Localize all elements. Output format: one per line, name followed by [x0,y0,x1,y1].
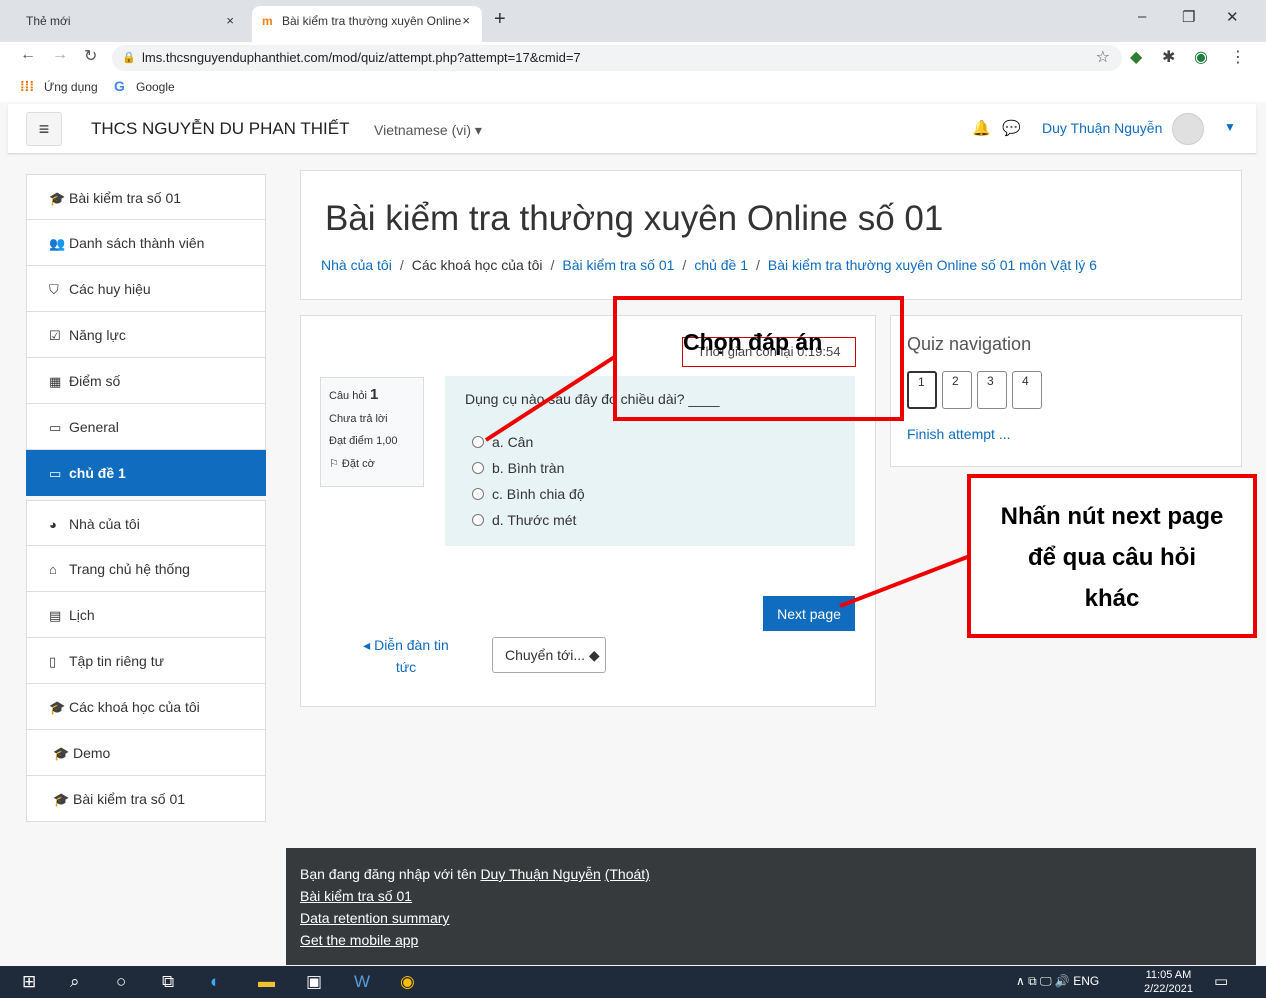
clock-date: 2/22/2021 [1144,983,1193,995]
search-icon[interactable]: ⌕ [70,972,80,992]
notification-icon[interactable]: ▭ [1214,972,1228,990]
chrome-icon[interactable]: ◉ [400,972,415,992]
file-explorer-icon[interactable]: ▬ [258,972,275,992]
arrow-to-option [484,354,618,442]
store-icon[interactable]: ▣ [306,972,322,992]
system-tray[interactable]: ∧ ⧉ 🖵 🔊 ENG [1016,974,1099,989]
windows-taskbar: ⊞ ⌕ ○ ⧉ ◐ ▬ ▣ W ◉ ∧ ⧉ 🖵 🔊 ENG 11:05 AM 2… [0,966,1266,998]
task-view-icon[interactable]: ⧉ [162,972,174,992]
clock[interactable]: 11:05 AM 2/22/2021 [1144,968,1193,996]
edge-icon[interactable]: ◐ [210,972,220,992]
clock-time: 11:05 AM [1145,969,1192,981]
windows-start-icon[interactable]: ⊞ [22,972,36,992]
word-icon[interactable]: W [354,972,370,992]
arrow-to-next [839,554,971,608]
cortana-icon[interactable]: ○ [116,972,126,992]
annotation-arrows [484,354,971,608]
